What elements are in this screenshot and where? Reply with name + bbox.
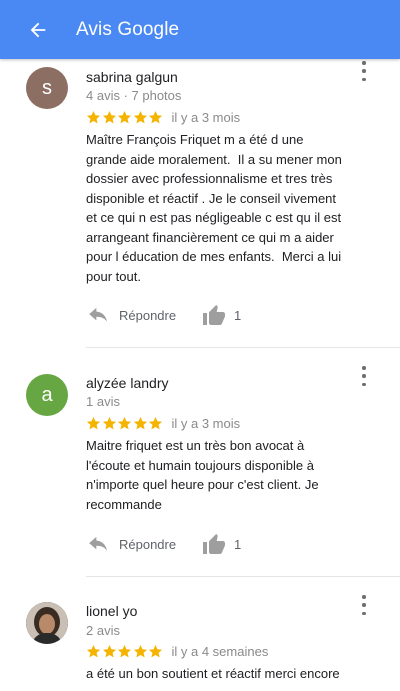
rating-row: il y a 3 mois — [86, 416, 240, 431]
more-options-button[interactable] — [356, 366, 372, 386]
star-icon — [102, 644, 116, 658]
star-icon — [148, 644, 163, 658]
star-icon — [133, 644, 147, 658]
reply-icon — [89, 307, 107, 322]
page-title: Avis Google — [76, 18, 180, 40]
star-icon — [102, 110, 116, 124]
star-icon — [117, 644, 132, 658]
reviewer-name[interactable]: lionel yo — [86, 603, 137, 619]
avatar[interactable]: s — [26, 67, 68, 109]
review-item: lionel yo 2 avis il y a 4 semaines a été… — [0, 577, 400, 691]
dot-icon — [362, 374, 366, 378]
avatar-photo — [26, 602, 68, 644]
dot-icon — [362, 603, 366, 607]
star-icon — [117, 416, 132, 430]
arrow-back-icon — [30, 22, 46, 37]
star-rating — [86, 416, 164, 431]
rating-row: il y a 4 semaines — [86, 644, 268, 659]
more-options-button[interactable] — [356, 595, 372, 615]
reviewer-name[interactable]: alyzée landry — [86, 375, 169, 391]
like-button[interactable]: 1 — [202, 304, 241, 326]
review-text: a été un bon soutient et réactif merci e… — [86, 666, 340, 681]
like-button[interactable]: 1 — [202, 533, 241, 555]
star-icon — [86, 110, 101, 124]
dot-icon — [362, 611, 366, 615]
star-icon — [133, 110, 147, 124]
reply-button[interactable]: Répondre — [88, 536, 176, 552]
avatar[interactable]: a — [26, 374, 68, 416]
back-button[interactable] — [18, 10, 58, 50]
star-rating — [86, 110, 164, 125]
like-count: 1 — [234, 536, 242, 552]
reviewer-name[interactable]: sabrina galgun — [86, 69, 178, 85]
app-bar: Avis Google — [0, 0, 400, 59]
review-text: Maitre friquet est un très bon avocat à … — [86, 438, 319, 512]
like-count: 1 — [234, 307, 242, 323]
dot-icon — [362, 61, 366, 65]
dot-icon — [362, 69, 366, 73]
review-date: il y a 4 semaines — [171, 644, 269, 659]
star-icon — [148, 110, 163, 124]
reply-label: Répondre — [119, 536, 177, 552]
avatar-initial: s — [42, 76, 52, 99]
star-icon — [102, 416, 116, 430]
star-icon — [86, 416, 101, 430]
rating-row: il y a 3 mois — [86, 110, 240, 125]
dot-icon — [362, 77, 366, 81]
dot-icon — [362, 595, 366, 599]
dot-icon — [362, 382, 366, 386]
thumb-up-icon — [203, 534, 225, 554]
reviewer-meta: 2 avis — [86, 623, 120, 638]
reply-label: Répondre — [119, 307, 177, 323]
reviewer-meta: 1 avis — [86, 394, 120, 409]
star-rating — [86, 644, 164, 659]
star-icon — [117, 110, 132, 124]
reply-button[interactable]: Répondre — [88, 307, 176, 323]
more-options-button[interactable] — [356, 61, 372, 81]
star-icon — [148, 416, 163, 430]
review-date: il y a 3 mois — [171, 416, 241, 431]
avatar[interactable] — [26, 602, 68, 644]
avatar-initial: a — [41, 383, 53, 406]
review-text: Maître François Friquet m a été d une gr… — [86, 132, 342, 284]
star-icon — [86, 644, 101, 658]
reply-icon — [89, 536, 107, 551]
review-item: a alyzée landry 1 avis il y a 3 mois Mai… — [0, 348, 400, 577]
review-item: s sabrina galgun 4 avis · 7 photos il y … — [0, 59, 400, 348]
reviewer-meta: 4 avis · 7 photos — [86, 88, 182, 103]
thumb-up-icon — [203, 305, 225, 325]
review-date: il y a 3 mois — [171, 110, 241, 125]
star-icon — [133, 416, 147, 430]
dot-icon — [362, 366, 366, 370]
